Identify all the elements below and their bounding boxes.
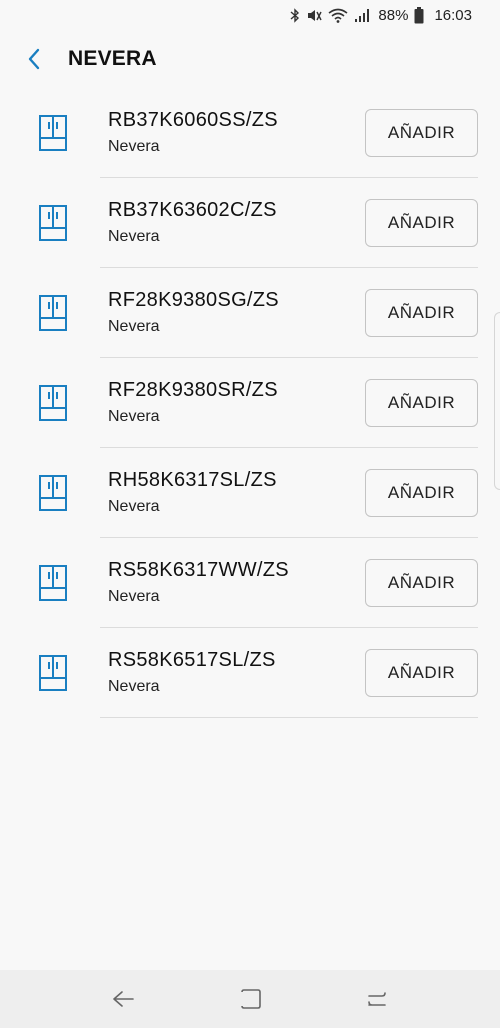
device-model: RB37K6060SS/ZS: [108, 109, 278, 131]
device-list: RB37K6060SS/ZS Nevera AÑADIR RB37K63602C…: [0, 88, 500, 718]
add-device-button[interactable]: AÑADIR: [365, 559, 478, 607]
add-device-button[interactable]: AÑADIR: [365, 469, 478, 517]
device-text: RB37K6060SS/ZS Nevera: [108, 108, 278, 157]
device-list-item[interactable]: RB37K63602C/ZS Nevera AÑADIR: [0, 178, 500, 268]
device-model: RH58K6317SL/ZS: [108, 469, 277, 491]
navigation-bar: [0, 970, 500, 1028]
fridge-icon: [38, 474, 68, 512]
bluetooth-icon: [290, 7, 300, 23]
add-device-button[interactable]: AÑADIR: [365, 379, 478, 427]
device-list-item[interactable]: RB37K6060SS/ZS Nevera AÑADIR: [0, 88, 500, 178]
device-list-item[interactable]: RS58K6517SL/ZS Nevera AÑADIR: [0, 628, 500, 718]
device-model: RS58K6517SL/ZS: [108, 649, 276, 671]
device-text: RS58K6317WW/ZS Nevera: [108, 558, 289, 607]
fridge-icon: [38, 564, 68, 602]
back-button[interactable]: [14, 39, 54, 79]
add-device-button[interactable]: AÑADIR: [365, 109, 478, 157]
device-type: Nevera: [108, 588, 160, 605]
status-bar: 88% 16:03: [0, 0, 500, 30]
back-nav-button[interactable]: [101, 977, 145, 1021]
chevron-left-icon: [28, 48, 40, 70]
home-nav-icon: [241, 989, 261, 1009]
home-nav-button[interactable]: [228, 977, 272, 1021]
fridge-icon: [38, 654, 68, 692]
recents-nav-button[interactable]: [355, 977, 399, 1021]
page-title: NEVERA: [68, 47, 157, 70]
device-type: Nevera: [108, 318, 160, 335]
add-device-button[interactable]: AÑADIR: [365, 289, 478, 337]
device-text: RB37K63602C/ZS Nevera: [108, 198, 277, 247]
fridge-icon: [38, 114, 68, 152]
fridge-icon: [38, 384, 68, 422]
device-list-item[interactable]: RS58K6317WW/ZS Nevera AÑADIR: [0, 538, 500, 628]
fridge-icon: [38, 294, 68, 332]
device-text: RS58K6517SL/ZS Nevera: [108, 648, 276, 697]
device-model: RF28K9380SR/ZS: [108, 379, 278, 401]
add-device-button[interactable]: AÑADIR: [365, 199, 478, 247]
status-clock: 16:03: [434, 6, 472, 24]
recents-nav-icon: [367, 992, 386, 1006]
device-type: Nevera: [108, 408, 160, 425]
device-model: RF28K9380SG/ZS: [108, 289, 279, 311]
device-model: RB37K63602C/ZS: [108, 199, 277, 221]
battery-percent: 88%: [378, 6, 409, 24]
device-text: RF28K9380SG/ZS Nevera: [108, 288, 279, 337]
device-list-item[interactable]: RF28K9380SG/ZS Nevera AÑADIR: [0, 268, 500, 358]
list-divider: [100, 717, 478, 718]
device-text: RH58K6317SL/ZS Nevera: [108, 468, 277, 517]
device-model: RS58K6317WW/ZS: [108, 559, 289, 581]
battery-icon: [414, 6, 424, 24]
add-device-button[interactable]: AÑADIR: [365, 649, 478, 697]
signal-icon: [354, 8, 370, 23]
device-type: Nevera: [108, 228, 160, 245]
device-list-item[interactable]: RH58K6317SL/ZS Nevera AÑADIR: [0, 448, 500, 538]
mute-icon: [306, 8, 323, 23]
device-type: Nevera: [108, 138, 160, 155]
fridge-icon: [38, 204, 68, 242]
device-text: RF28K9380SR/ZS Nevera: [108, 378, 278, 427]
wifi-icon: [328, 8, 348, 23]
app-header: NEVERA: [0, 30, 500, 88]
device-type: Nevera: [108, 678, 160, 695]
device-list-item[interactable]: RF28K9380SR/ZS Nevera AÑADIR: [0, 358, 500, 448]
device-type: Nevera: [108, 498, 160, 515]
back-nav-icon: [113, 991, 135, 1007]
scroll-edge-indicator: [494, 312, 500, 490]
